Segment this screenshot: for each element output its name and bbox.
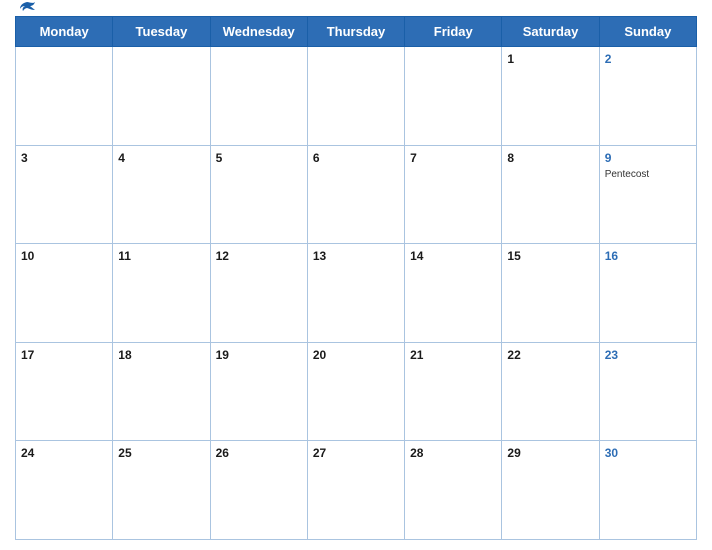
day-number: 6 bbox=[313, 151, 320, 165]
calendar-cell: 16 bbox=[599, 244, 696, 343]
calendar-cell: 15 bbox=[502, 244, 599, 343]
day-number: 11 bbox=[118, 249, 131, 263]
calendar-cell: 30 bbox=[599, 441, 696, 540]
day-number: 22 bbox=[507, 348, 520, 362]
calendar-cell: 9 Pentecost bbox=[599, 145, 696, 244]
day-number: 30 bbox=[605, 446, 618, 460]
weekday-header-thursday: Thursday bbox=[307, 17, 404, 47]
calendar-cell: 4 bbox=[113, 145, 210, 244]
calendar-cell: 7 bbox=[405, 145, 502, 244]
calendar-cell: 25 bbox=[113, 441, 210, 540]
calendar-cell bbox=[113, 47, 210, 146]
calendar-cell bbox=[210, 47, 307, 146]
day-number: 3 bbox=[21, 151, 28, 165]
weekday-header-row: MondayTuesdayWednesdayThursdayFridaySatu… bbox=[16, 17, 697, 47]
day-number: 28 bbox=[410, 446, 423, 460]
calendar-cell: 23 bbox=[599, 342, 696, 441]
calendar-cell: 20 bbox=[307, 342, 404, 441]
day-number: 4 bbox=[118, 151, 125, 165]
weekday-header-saturday: Saturday bbox=[502, 17, 599, 47]
day-number: 2 bbox=[605, 52, 612, 66]
week-row-5: 24 25 26 27 28 29 30 bbox=[16, 441, 697, 540]
calendar-cell bbox=[307, 47, 404, 146]
calendar-cell: 19 bbox=[210, 342, 307, 441]
logo-bird-icon bbox=[17, 0, 37, 20]
calendar-cell: 24 bbox=[16, 441, 113, 540]
calendar-cell: 2 bbox=[599, 47, 696, 146]
week-row-3: 10 11 12 13 14 15 16 bbox=[16, 244, 697, 343]
day-number: 21 bbox=[410, 348, 423, 362]
calendar-cell: 21 bbox=[405, 342, 502, 441]
calendar-table: MondayTuesdayWednesdayThursdayFridaySatu… bbox=[15, 16, 697, 540]
calendar-cell bbox=[16, 47, 113, 146]
calendar-cell: 17 bbox=[16, 342, 113, 441]
day-number: 5 bbox=[216, 151, 223, 165]
calendar-cell: 8 bbox=[502, 145, 599, 244]
day-number: 14 bbox=[410, 249, 423, 263]
day-number: 9 bbox=[605, 151, 612, 165]
calendar-cell: 10 bbox=[16, 244, 113, 343]
weekday-header-wednesday: Wednesday bbox=[210, 17, 307, 47]
day-number: 18 bbox=[118, 348, 131, 362]
day-number: 12 bbox=[216, 249, 229, 263]
calendar-cell: 1 bbox=[502, 47, 599, 146]
calendar-cell: 11 bbox=[113, 244, 210, 343]
calendar-cell: 29 bbox=[502, 441, 599, 540]
day-number: 25 bbox=[118, 446, 131, 460]
calendar-cell: 26 bbox=[210, 441, 307, 540]
day-number: 26 bbox=[216, 446, 229, 460]
calendar-cell: 18 bbox=[113, 342, 210, 441]
day-number: 29 bbox=[507, 446, 520, 460]
weekday-header-friday: Friday bbox=[405, 17, 502, 47]
day-number: 24 bbox=[21, 446, 34, 460]
event-label: Pentecost bbox=[605, 169, 691, 180]
calendar-cell: 22 bbox=[502, 342, 599, 441]
day-number: 19 bbox=[216, 348, 229, 362]
weekday-header-tuesday: Tuesday bbox=[113, 17, 210, 47]
day-number: 17 bbox=[21, 348, 34, 362]
calendar-cell bbox=[405, 47, 502, 146]
calendar-cell: 28 bbox=[405, 441, 502, 540]
calendar-cell: 13 bbox=[307, 244, 404, 343]
day-number: 20 bbox=[313, 348, 326, 362]
day-number: 16 bbox=[605, 249, 618, 263]
calendar-cell: 27 bbox=[307, 441, 404, 540]
day-number: 27 bbox=[313, 446, 326, 460]
day-number: 7 bbox=[410, 151, 417, 165]
day-number: 15 bbox=[507, 249, 520, 263]
day-number: 1 bbox=[507, 52, 514, 66]
calendar-cell: 3 bbox=[16, 145, 113, 244]
week-row-2: 3 4 5 6 7 8 9 Pentecost bbox=[16, 145, 697, 244]
logo bbox=[15, 0, 37, 20]
calendar-cell: 5 bbox=[210, 145, 307, 244]
weekday-header-monday: Monday bbox=[16, 17, 113, 47]
calendar-cell: 6 bbox=[307, 145, 404, 244]
day-number: 8 bbox=[507, 151, 514, 165]
calendar-cell: 12 bbox=[210, 244, 307, 343]
week-row-1: 12 bbox=[16, 47, 697, 146]
week-row-4: 17 18 19 20 21 22 23 bbox=[16, 342, 697, 441]
day-number: 23 bbox=[605, 348, 618, 362]
weekday-header-sunday: Sunday bbox=[599, 17, 696, 47]
calendar-cell: 14 bbox=[405, 244, 502, 343]
day-number: 10 bbox=[21, 249, 34, 263]
day-number: 13 bbox=[313, 249, 326, 263]
